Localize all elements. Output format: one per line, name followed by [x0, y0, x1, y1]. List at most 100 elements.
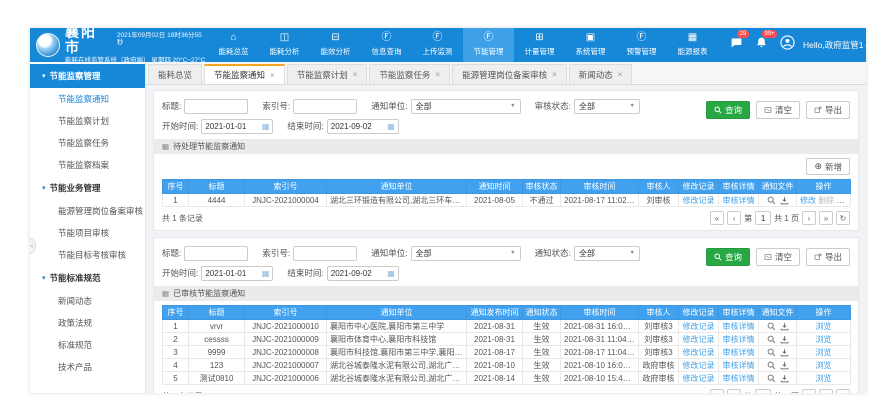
preview-file-icon[interactable]: [767, 196, 776, 205]
last-page-button[interactable]: »: [819, 389, 833, 393]
audited-export-button[interactable]: 导出: [806, 248, 850, 266]
delete-link[interactable]: 删除: [818, 196, 834, 205]
nav-item-energy-report[interactable]: ▦ 能源报表: [667, 28, 718, 62]
audit-detail-link[interactable]: 审核详情: [723, 196, 755, 205]
audited-start-date[interactable]: 2021-01-01▦: [201, 266, 273, 281]
pending-start-date[interactable]: 2021-01-01▦: [201, 119, 273, 134]
preview-file-icon[interactable]: [767, 348, 776, 357]
pending-end-date[interactable]: 2021-09-02▦: [327, 119, 399, 134]
audit-detail-link[interactable]: 审核详情: [723, 374, 755, 383]
sidebar-item-tech-products[interactable]: 技术产品: [30, 356, 145, 378]
first-page-button[interactable]: «: [710, 389, 724, 393]
sidebar-item-supervision-notice[interactable]: 节能监察通知: [30, 88, 145, 110]
pending-index-input[interactable]: [293, 99, 357, 114]
sidebar-group-business-mgmt[interactable]: ▾ 节能业务管理: [30, 176, 145, 200]
user-avatar[interactable]: [780, 35, 795, 55]
sidebar-item-energy-post-record-audit[interactable]: 能源管理岗位备案审核: [30, 200, 145, 222]
tab-news[interactable]: 新闻动态×: [569, 64, 633, 84]
next-page-button[interactable]: ›: [802, 389, 816, 393]
audited-index-input[interactable]: [293, 246, 357, 261]
prev-page-button[interactable]: ‹: [727, 389, 741, 393]
tab-supervision-notice[interactable]: 节能监察通知×: [204, 64, 285, 84]
tab-energy-post-record-audit[interactable]: 能源管理岗位备案审核×: [452, 64, 567, 84]
modify-record-link[interactable]: 修改记录: [683, 335, 715, 344]
pending-export-button[interactable]: 导出: [806, 101, 850, 119]
modify-record-link[interactable]: 修改记录: [683, 374, 715, 383]
close-icon[interactable]: ×: [353, 70, 358, 79]
sidebar-item-supervision-plan[interactable]: 节能监察计划: [30, 110, 145, 132]
preview-file-icon[interactable]: [767, 374, 776, 383]
audit-detail-link[interactable]: 审核详情: [723, 335, 755, 344]
pending-clear-button[interactable]: 清空: [756, 101, 800, 119]
download-file-icon[interactable]: [780, 361, 789, 370]
browse-link[interactable]: 浏览: [816, 348, 832, 357]
refresh-button[interactable]: ↻: [836, 389, 850, 393]
user-greeting[interactable]: Hello,政府监管1▾: [803, 39, 868, 51]
audit-detail-link[interactable]: 审核详情: [723, 348, 755, 357]
refresh-button[interactable]: ↻: [836, 211, 850, 225]
nav-item-alert-mgmt[interactable]: Ⓕ 预警管理: [616, 28, 667, 62]
nav-item-efficiency-analysis[interactable]: ⊟ 能效分析: [310, 28, 361, 62]
modify-record-link[interactable]: 修改记录: [683, 348, 715, 357]
audited-clear-button[interactable]: 清空: [756, 248, 800, 266]
download-file-icon[interactable]: [780, 196, 789, 205]
browse-link[interactable]: 浏览: [816, 374, 832, 383]
close-icon[interactable]: ×: [270, 71, 275, 80]
page-number-box[interactable]: 1: [755, 389, 771, 393]
notifications-button[interactable]: 99+: [755, 36, 768, 54]
sidebar-item-standards[interactable]: 标准规范: [30, 334, 145, 356]
sidebar-item-supervision-task[interactable]: 节能监察任务: [30, 132, 145, 154]
tab-energy-overview[interactable]: 能耗总览: [148, 64, 202, 84]
next-page-button[interactable]: ›: [802, 211, 816, 225]
sidebar-item-policies[interactable]: 政策法规: [30, 312, 145, 334]
modify-record-link[interactable]: 修改记录: [683, 322, 715, 331]
audited-notice-status-select[interactable]: 全部▼: [574, 246, 640, 261]
audited-end-date[interactable]: 2021-09-02▦: [327, 266, 399, 281]
pending-audit-status-select[interactable]: 全部▼: [574, 99, 640, 114]
nav-item-upload-monitor[interactable]: Ⓕ 上传监测: [412, 28, 463, 62]
audit-detail-link[interactable]: 审核详情: [723, 361, 755, 370]
first-page-button[interactable]: «: [710, 211, 724, 225]
download-file-icon[interactable]: [780, 322, 789, 331]
browse-link[interactable]: 浏览: [816, 335, 832, 344]
nav-item-system-mgmt[interactable]: ▣ 系统管理: [565, 28, 616, 62]
sidebar-group-standards[interactable]: ▾ 节能标准规范: [30, 266, 145, 290]
prev-page-button[interactable]: ‹: [727, 211, 741, 225]
nav-item-energy-overview[interactable]: ⌂ 能耗总览: [208, 28, 259, 62]
nav-item-metering-mgmt[interactable]: ⊞ 计量管理: [514, 28, 565, 62]
preview-file-icon[interactable]: [767, 361, 776, 370]
audited-search-button[interactable]: 查询: [706, 248, 750, 266]
close-icon[interactable]: ×: [618, 70, 623, 79]
close-icon[interactable]: ×: [552, 70, 557, 79]
pending-search-button[interactable]: 查询: [706, 101, 750, 119]
download-file-icon[interactable]: [780, 348, 789, 357]
nav-item-info-query[interactable]: Ⓕ 信息查询: [361, 28, 412, 62]
audit-detail-link[interactable]: 审核详情: [723, 322, 755, 331]
nav-item-energy-saving-mgmt[interactable]: Ⓕ 节能管理: [463, 28, 514, 62]
modify-record-link[interactable]: 修改记录: [683, 196, 715, 205]
sidebar-item-target-assessment-audit[interactable]: 节能目标考核审核: [30, 244, 145, 266]
tab-supervision-task[interactable]: 节能监察任务×: [369, 64, 450, 84]
browse-link[interactable]: 浏览: [836, 196, 850, 205]
last-page-button[interactable]: »: [819, 211, 833, 225]
preview-file-icon[interactable]: [767, 335, 776, 344]
audited-title-input[interactable]: [184, 246, 248, 261]
tab-supervision-plan[interactable]: 节能监察计划×: [287, 64, 368, 84]
preview-file-icon[interactable]: [767, 322, 776, 331]
pending-unit-select[interactable]: 全部▼: [411, 99, 521, 114]
download-file-icon[interactable]: [780, 374, 789, 383]
sidebar-item-news[interactable]: 新闻动态: [30, 290, 145, 312]
modify-record-link[interactable]: 修改记录: [683, 361, 715, 370]
sidebar-item-supervision-archive[interactable]: 节能监察档案: [30, 154, 145, 176]
nav-item-energy-analysis[interactable]: ◫ 能耗分析: [259, 28, 310, 62]
sidebar-item-project-audit[interactable]: 节能项目审核: [30, 222, 145, 244]
audited-unit-select[interactable]: 全部▼: [411, 246, 521, 261]
close-icon[interactable]: ×: [435, 70, 440, 79]
add-notice-button[interactable]: ⊕ 新增: [806, 158, 850, 175]
messages-button[interactable]: 29: [730, 36, 743, 54]
modify-link[interactable]: 修改: [800, 196, 816, 205]
page-number-box[interactable]: 1: [755, 211, 771, 225]
browse-link[interactable]: 浏览: [816, 322, 832, 331]
sidebar-group-supervision-mgmt[interactable]: ▾ 节能监察管理: [30, 64, 145, 88]
download-file-icon[interactable]: [780, 335, 789, 344]
